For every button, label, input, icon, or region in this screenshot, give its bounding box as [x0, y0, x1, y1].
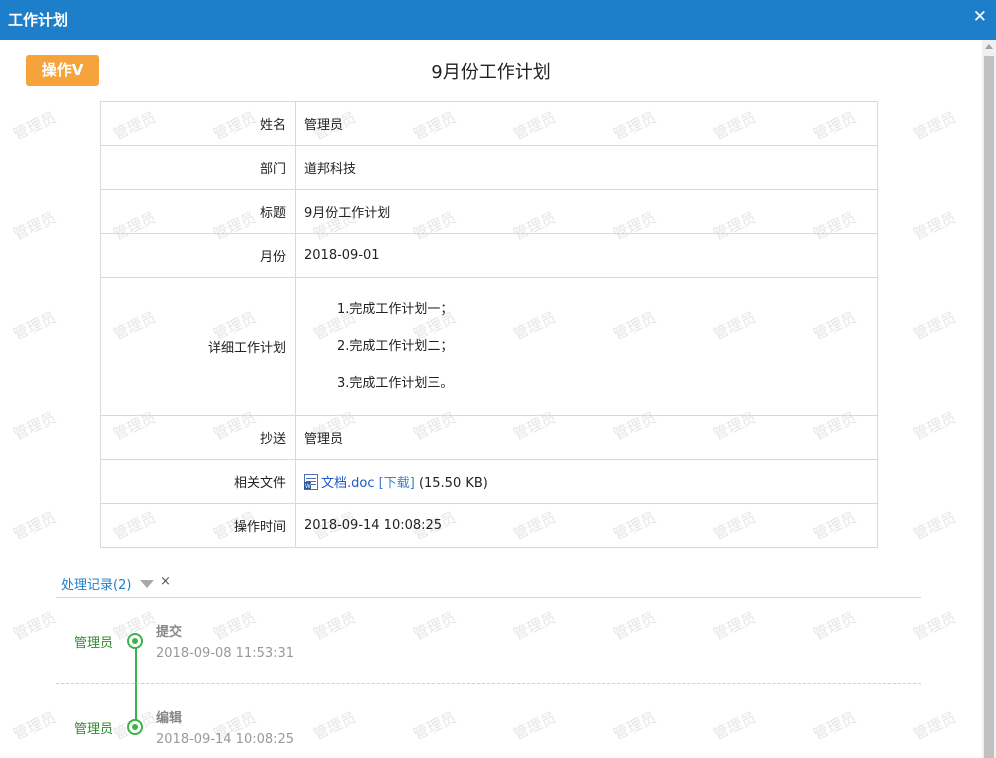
scrollbar-thumb[interactable]	[984, 56, 994, 758]
field-label: 标题	[100, 189, 296, 234]
window-title: 工作计划	[8, 11, 69, 29]
page-title: 9月份工作计划	[431, 62, 551, 83]
field-label: 操作时间	[100, 503, 296, 548]
plan-line: 1.完成工作计划一；	[337, 302, 454, 317]
watermark-text: 管理员	[910, 708, 959, 744]
word-doc-icon: W	[304, 474, 318, 490]
download-link[interactable]: [下载]	[379, 476, 415, 491]
watermark-text: 管理员	[810, 608, 859, 644]
table-row: 相关文件 W 文档.doc [下载] (15.50 KB)	[100, 459, 878, 504]
field-value: 管理员	[295, 101, 878, 146]
record-user: 管理员	[74, 636, 114, 651]
watermark-text: 管理员	[910, 608, 959, 644]
main-content: 管理员 管理员 管理员 管理员 管理员 管理员 管理员 管理员 管理员 管理员 管理员 管理员 管理员管…	[0, 40, 982, 758]
field-value: 2018-09-14 10:08:25	[295, 503, 878, 548]
watermark-text: 管理员	[610, 608, 659, 644]
window-titlebar: 工作计划 ✕	[0, 0, 996, 40]
watermark-text: 管理员	[10, 408, 59, 444]
record-divider	[56, 683, 921, 684]
file-size: (15.50 KB)	[418, 476, 488, 491]
watermark-text: 管理员	[10, 308, 59, 344]
field-label: 相关文件	[100, 459, 296, 504]
table-row: 详细工作计划 1.完成工作计划一； 2.完成工作计划二； 3.完成工作计划三。	[100, 277, 878, 416]
watermark-text: 管理员	[10, 708, 59, 744]
field-label: 部门	[100, 145, 296, 190]
records-toggle-link[interactable]: 处理记录(2)	[61, 574, 131, 593]
scroll-up-arrow-icon[interactable]	[985, 44, 993, 49]
field-value: 2018-09-01	[295, 233, 878, 278]
table-row: 抄送 管理员	[100, 415, 878, 460]
table-row: 姓名 管理员	[100, 101, 878, 146]
plan-line: 2.完成工作计划二；	[337, 339, 454, 354]
field-label: 月份	[100, 233, 296, 278]
vertical-scrollbar[interactable]	[982, 40, 996, 758]
table-row: 部门 道邦科技	[100, 145, 878, 190]
watermark-text: 管理员	[10, 208, 59, 244]
record-action: 提交	[156, 625, 183, 640]
watermark-text: 管理员	[910, 408, 959, 444]
watermark-text: 管理员	[10, 608, 59, 644]
watermark-text: 管理员	[310, 608, 359, 644]
field-value: 管理员	[295, 415, 878, 460]
watermark-text: 管理员	[710, 708, 759, 744]
record-time: 2018-09-14 10:08:25	[156, 732, 295, 747]
record-time: 2018-09-08 11:53:31	[156, 646, 295, 661]
table-row: 操作时间 2018-09-14 10:08:25	[100, 503, 878, 548]
watermark-text: 管理员	[10, 108, 59, 144]
record-action: 编辑	[156, 711, 183, 726]
file-cell: W 文档.doc [下载] (15.50 KB)	[295, 459, 878, 504]
field-label: 姓名	[100, 101, 296, 146]
watermark-text: 管理员	[310, 708, 359, 744]
table-row: 月份 2018-09-01	[100, 233, 878, 278]
records-header: 处理记录(2) ×	[56, 574, 921, 598]
records-close-icon[interactable]: ×	[160, 574, 171, 589]
table-row: 标题 9月份工作计划	[100, 189, 878, 234]
file-link[interactable]: 文档.doc	[321, 476, 375, 491]
detail-table: 姓名 管理员 部门 道邦科技 标题 9月份工作计划 月份 2018-09-01 …	[100, 101, 878, 548]
watermark-text: 管理员	[510, 608, 559, 644]
watermark-text: 管理员	[710, 608, 759, 644]
close-icon[interactable]: ✕	[973, 7, 987, 27]
plan-content: 1.完成工作计划一； 2.完成工作计划二； 3.完成工作计划三。	[295, 277, 878, 416]
watermark-text: 管理员	[910, 208, 959, 244]
svg-text:W: W	[305, 484, 311, 490]
watermark-text: 管理员	[910, 508, 959, 544]
watermark-text: 管理员	[210, 608, 259, 644]
watermark-text: 管理员	[510, 708, 559, 744]
watermark-text: 管理员	[910, 308, 959, 344]
timeline-dot-icon	[127, 633, 143, 649]
field-label: 抄送	[100, 415, 296, 460]
field-label: 详细工作计划	[100, 277, 296, 416]
watermark-text: 管理员	[810, 708, 859, 744]
watermark-text: 管理员	[410, 708, 459, 744]
field-value: 9月份工作计划	[295, 189, 878, 234]
watermark-text: 管理员	[610, 708, 659, 744]
watermark-text: 管理员	[410, 608, 459, 644]
plan-line: 3.完成工作计划三。	[337, 376, 454, 391]
watermark-text: 管理员	[910, 108, 959, 144]
timeline-dot-icon	[127, 719, 143, 735]
record-user: 管理员	[74, 722, 114, 737]
caret-down-icon[interactable]	[140, 580, 154, 588]
field-value: 道邦科技	[295, 145, 878, 190]
watermark-text: 管理员	[10, 508, 59, 544]
